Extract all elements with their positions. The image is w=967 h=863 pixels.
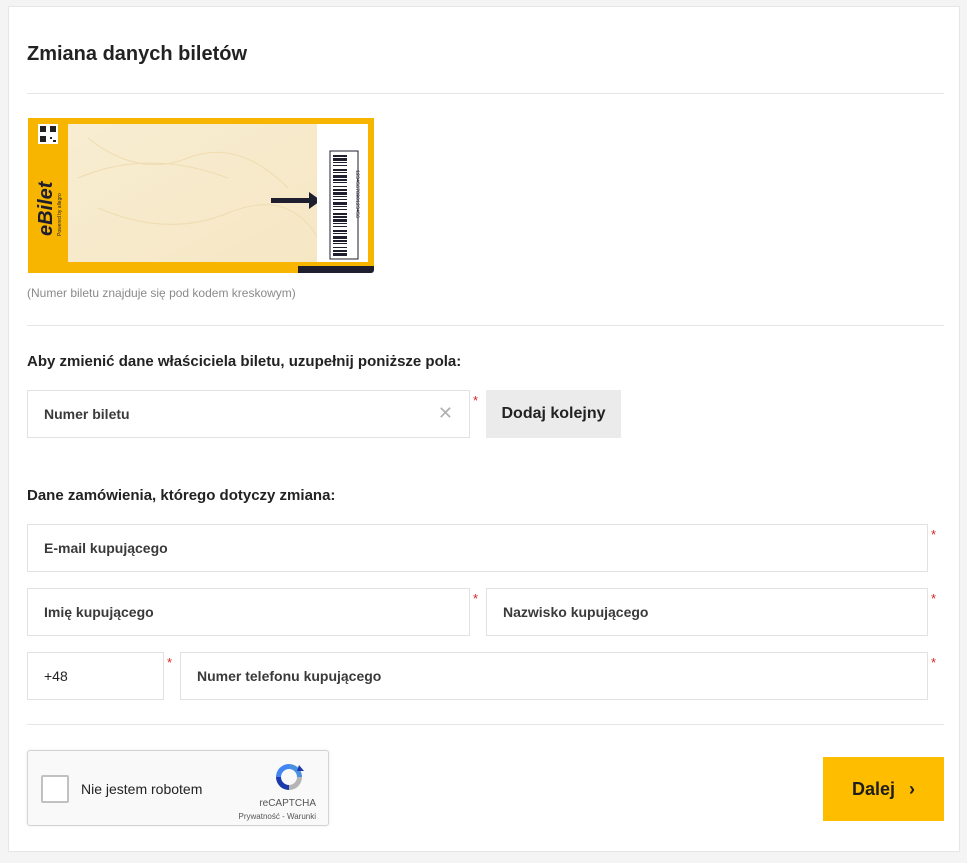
divider — [27, 93, 944, 94]
required-marker: * — [473, 591, 479, 606]
barcode-bar — [333, 253, 347, 256]
recaptcha-logo-icon — [276, 764, 304, 790]
barcode-bar — [333, 243, 347, 244]
phone-number-field[interactable]: Numer telefonu kupującego — [180, 652, 928, 700]
barcode-bar — [333, 189, 347, 191]
barcode-bar — [333, 179, 347, 181]
ticket-section-heading: Aby zmienić dane właściciela biletu, uzu… — [27, 353, 462, 370]
recaptcha-label: Nie jestem robotem — [81, 781, 203, 797]
ticket-illustration: eBilet Powered by allegro 12345678901234… — [28, 118, 374, 273]
ticket-paper — [68, 124, 326, 262]
barcode-bar — [333, 240, 347, 242]
next-button-label: Dalej — [851, 778, 896, 799]
barcode-bar — [333, 216, 347, 218]
next-button[interactable]: Dalej › — [823, 757, 944, 821]
required-marker: * — [931, 655, 937, 670]
barcode-bar — [333, 226, 347, 227]
barcode-bar — [333, 175, 347, 178]
barcode-bar — [333, 219, 347, 222]
last-name-field[interactable]: Nazwisko kupującego — [486, 588, 928, 636]
order-section-heading: Dane zamówienia, którego dotyczy zmiana: — [27, 487, 336, 504]
chevron-right-icon: › — [909, 778, 916, 799]
barcode-bar — [333, 213, 347, 215]
divider — [27, 325, 944, 326]
first-name-field[interactable]: Imię kupującego — [27, 588, 470, 636]
last-name-placeholder: Nazwisko kupującego — [503, 604, 649, 620]
barcode-bar — [333, 192, 347, 195]
barcode-bar — [333, 186, 347, 187]
email-field[interactable]: E-mail kupującego — [27, 524, 928, 572]
recaptcha-terms-link[interactable]: Prywatność - Warunki — [239, 812, 317, 821]
barcode-bar — [333, 162, 347, 163]
barcode-bar — [333, 230, 347, 232]
barcode-bar — [333, 182, 347, 183]
required-marker: * — [473, 393, 479, 408]
ticket-caption: (Numer biletu znajduje się pod kodem kre… — [27, 286, 296, 300]
barcode-number: 1234567890123456 — [354, 170, 360, 218]
barcode-bar — [333, 233, 347, 234]
barcode-bar — [333, 202, 347, 205]
barcode-bar — [333, 247, 347, 248]
barcode-bar — [333, 158, 347, 161]
barcode-bar — [333, 199, 347, 200]
barcode-bar — [333, 172, 347, 173]
barcode-bar — [333, 206, 347, 207]
barcode-bar — [333, 196, 347, 197]
phone-prefix-field[interactable]: +48 — [27, 652, 164, 700]
qr-code-icon — [38, 124, 58, 144]
barcode-bar — [333, 165, 347, 166]
required-marker: * — [931, 591, 937, 606]
page-title: Zmiana danych biletów — [27, 43, 248, 65]
recaptcha-brand: reCAPTCHA — [259, 798, 316, 809]
ticket-brand: eBilet — [35, 180, 57, 236]
phone-prefix-value: +48 — [44, 668, 68, 684]
barcode-bar — [333, 169, 347, 171]
barcode-bar — [333, 209, 347, 210]
recaptcha-checkbox[interactable] — [41, 775, 69, 803]
email-placeholder: E-mail kupującego — [44, 540, 168, 556]
ticket-change-card: Zmiana danych biletów eBilet Powered by … — [8, 6, 960, 852]
barcode-bar — [333, 223, 347, 224]
divider — [27, 724, 944, 725]
ticket-number-placeholder: Numer biletu — [44, 406, 130, 422]
phone-number-placeholder: Numer telefonu kupującego — [197, 668, 382, 684]
barcode-bar — [333, 250, 347, 252]
recaptcha-widget: Nie jestem robotem reCAPTCHA Prywatność … — [27, 750, 329, 826]
ticket-powered-by: Powered by allegro — [57, 193, 63, 236]
clear-icon[interactable]: ✕ — [438, 403, 453, 424]
first-name-placeholder: Imię kupującego — [44, 604, 154, 620]
barcode-bar — [333, 236, 347, 239]
required-marker: * — [167, 655, 173, 670]
barcode-bar — [333, 155, 347, 157]
required-marker: * — [931, 527, 937, 542]
ticket-number-field[interactable]: Numer biletu ✕ — [27, 390, 470, 438]
add-ticket-button[interactable]: Dodaj kolejny — [486, 390, 621, 438]
